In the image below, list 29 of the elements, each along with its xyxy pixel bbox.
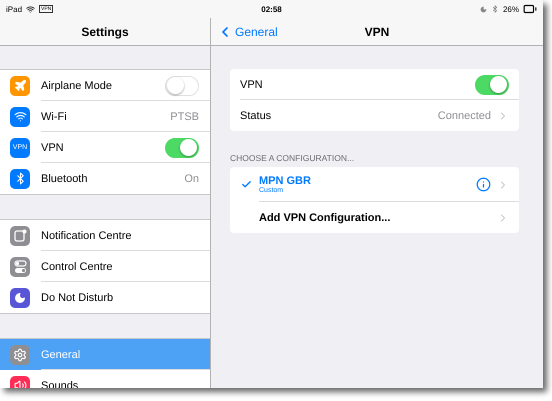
toggle-switch[interactable]: [475, 74, 509, 94]
airplane-icon: [14, 79, 26, 92]
item-value: On: [184, 172, 199, 184]
wifi-icon: [26, 4, 36, 14]
moon-icon: [14, 292, 26, 304]
back-button[interactable]: General: [215, 22, 280, 42]
page-title: VPN: [364, 24, 390, 38]
sidebar-title: Settings: [81, 24, 129, 38]
section-header: CHOOSE A CONFIGURATION...: [230, 153, 356, 163]
notification-icon: [14, 229, 26, 242]
configuration-name: MPN GBR: [259, 175, 312, 187]
clock: 02:58: [261, 4, 282, 14]
device-name: iPad: [6, 4, 22, 14]
bluetooth-icon: [490, 5, 499, 13]
battery-icon: [523, 2, 537, 16]
settings-row[interactable]: VPN: [230, 69, 519, 100]
status-value: Connected: [438, 110, 491, 122]
battery-percentage: 26%: [502, 4, 519, 14]
check-icon: [241, 179, 252, 190]
configuration-row[interactable]: Add VPN Configuration...: [230, 202, 519, 233]
toggle-switch[interactable]: [165, 138, 199, 158]
settings-row[interactable]: Status Connected: [230, 100, 519, 131]
moon-icon: [480, 6, 487, 12]
toggle-switch[interactable]: [165, 76, 199, 96]
switches-icon: [14, 260, 26, 274]
item-value: PTSB: [170, 110, 199, 122]
info-icon[interactable]: [476, 177, 491, 192]
gear-icon: [13, 348, 27, 362]
configuration-name: Add VPN Configuration...: [259, 212, 392, 224]
